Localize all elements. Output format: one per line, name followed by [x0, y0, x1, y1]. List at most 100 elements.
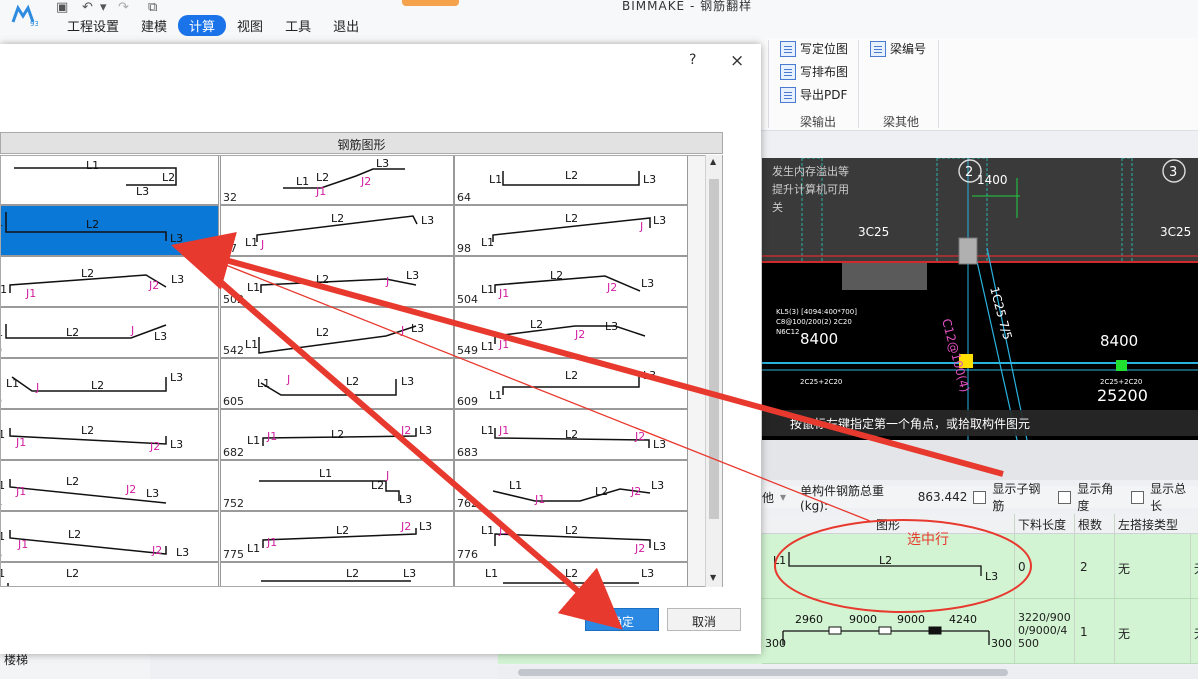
- save-icon[interactable]: ▣: [56, 0, 68, 15]
- menu-tools[interactable]: 工具: [274, 15, 322, 36]
- redo-icon[interactable]: ↷: [118, 0, 129, 15]
- rebar-shape-icon: L1 L2 L3 J: [6, 371, 183, 394]
- scroll-up-icon[interactable]: ▲: [710, 157, 716, 166]
- shape-segment-label: L2: [565, 369, 578, 382]
- window-icon[interactable]: ⧉: [148, 0, 157, 15]
- shape-option-row-25[interactable]: L2 L3: [220, 562, 454, 586]
- svg-text:2960: 2960: [795, 613, 823, 626]
- shape-option-752[interactable]: L1 L2 L3 J 752: [220, 460, 454, 511]
- shape-option-775[interactable]: L1 L2 L3 J1 J2 775: [220, 511, 454, 562]
- shape-option-682[interactable]: L1 L2 L3 J1 J2 682: [220, 409, 454, 460]
- shape-segment-label: J1: [534, 493, 545, 506]
- dropdown-icon[interactable]: ▾: [100, 0, 107, 15]
- cancel-button[interactable]: 取消: [667, 608, 741, 631]
- drawing-canvas[interactable]: 2 3 1400 8400 8400 25200 3C25 3C25 1C25 …: [762, 158, 1198, 440]
- shape-option-row-24[interactable]: L1 L2: [1, 562, 219, 586]
- rebar-shape-icon: L1 L2 L3 J: [257, 373, 414, 396]
- show-sub-rebar-checkbox[interactable]: [973, 490, 987, 504]
- rebar-shape-icon: L1 L2 L3 J: [259, 467, 412, 506]
- shape-segment-label: L1: [0, 479, 5, 492]
- menu-view[interactable]: 视图: [226, 15, 274, 36]
- shape-option-35[interactable]: L1L2L3J1J235: [1, 256, 219, 307]
- shape-segment-label: J2: [151, 544, 162, 557]
- rebar-shape-icon: L1 L2 L3: [489, 169, 656, 186]
- menu-exit[interactable]: 退出: [322, 15, 370, 36]
- shape-option-605[interactable]: L1 L2 L3 J 605: [220, 358, 454, 409]
- tab-fragment[interactable]: 他: [762, 489, 774, 506]
- horizontal-scrollbar[interactable]: [498, 666, 1198, 679]
- write-position-drawing-button[interactable]: 写定位图: [780, 40, 848, 57]
- shape-segment-label: L3: [146, 487, 159, 500]
- column-header-lap[interactable]: 左搭接类型: [1114, 514, 1190, 533]
- layout-icon: [780, 63, 796, 80]
- show-total-length-checkbox[interactable]: [1131, 490, 1145, 504]
- beam-info-line: C8@100/200(2) 2C20: [776, 318, 852, 326]
- shape-option-97[interactable]: L1 L2 L3 J 97: [220, 205, 454, 256]
- shape-option-56[interactable]: L1 L2 L3 J1 J2 56: [1, 511, 219, 562]
- shape-option-549[interactable]: L1 L2 L3 J1 J2 549: [454, 307, 688, 358]
- shape-option-31[interactable]: L1 L2 L3 J1 J2 31: [1, 409, 219, 460]
- shape-option-762[interactable]: L1 L2 L3 J1 J2 762: [454, 460, 688, 511]
- shape-option-7[interactable]: L1L2L37: [1, 205, 219, 256]
- shape-option-542[interactable]: L1 L2 L3 J 542: [220, 307, 454, 358]
- shape-segment-label: J: [385, 275, 389, 288]
- ok-button[interactable]: 确定: [585, 608, 659, 631]
- menu-project-settings[interactable]: 工程设置: [56, 15, 130, 36]
- svg-text:L2: L2: [879, 554, 892, 567]
- beam-number-button[interactable]: 梁编号: [870, 40, 926, 57]
- table-row[interactable]: 2960 9000 9000 4240 300 300 3220/9000/90…: [762, 599, 1198, 664]
- show-angle-checkbox[interactable]: [1058, 490, 1072, 504]
- scroll-down-icon[interactable]: ▼: [710, 573, 716, 582]
- shape-option-40[interactable]: L1 L2 L3 J 40: [1, 307, 219, 358]
- menu-modeling[interactable]: 建模: [130, 15, 178, 36]
- shape-number: 35: [1, 293, 2, 306]
- shape-segment-label: L2: [336, 524, 349, 537]
- help-button[interactable]: ?: [689, 52, 696, 68]
- shape-option-502[interactable]: L1 L2 L3 J 502: [220, 256, 454, 307]
- shape-number: 44: [1, 497, 2, 510]
- menu-calculate[interactable]: 计算: [178, 15, 227, 36]
- undo-icon[interactable]: ↶: [82, 0, 93, 15]
- export-pdf-button[interactable]: 导出PDF: [780, 86, 847, 103]
- shape-segment-label: L2: [346, 375, 359, 388]
- shape-segment-label: L3: [154, 330, 167, 343]
- number-icon: [870, 40, 886, 57]
- column-header-count[interactable]: 根数: [1074, 514, 1114, 533]
- shape-option-09[interactable]: L1 L2 L3 J 09: [1, 358, 219, 409]
- shape-option-776[interactable]: L1 L2 L3 J1 J2 776: [454, 511, 688, 562]
- column-header-shape[interactable]: 图形: [762, 514, 1014, 533]
- rebar-label: 2C25+2C20: [800, 378, 842, 386]
- table-row[interactable]: L1 L2 L3 0 2 无 无: [762, 534, 1198, 599]
- scrollbar-thumb[interactable]: [518, 669, 1008, 676]
- write-layout-drawing-button[interactable]: 写排布图: [780, 63, 848, 80]
- shape-option-504[interactable]: L1 L2 L3 J1 J2 504: [454, 256, 688, 307]
- shape-segment-label: L3: [605, 320, 618, 333]
- shape-option-609[interactable]: L1 L2 L3 609: [454, 358, 688, 409]
- svg-text:4240: 4240: [949, 613, 977, 626]
- shape-segment-label: L2: [565, 212, 578, 225]
- shape-segment-label: L3: [641, 567, 654, 580]
- close-button[interactable]: ×: [730, 51, 744, 71]
- column-header-length[interactable]: 下料长度: [1014, 514, 1074, 533]
- shape-segment-label: J1: [15, 436, 26, 449]
- shape-option-44[interactable]: L1 L2 L3 J1 J2 44: [0, 460, 219, 511]
- shape-segment-label: L2: [66, 326, 79, 339]
- shape-number: 752: [223, 497, 244, 510]
- vertical-scrollbar[interactable]: ▲ ▼: [705, 155, 722, 587]
- scrollbar-thumb[interactable]: [709, 179, 719, 519]
- shape-segment-label: L1: [247, 542, 260, 555]
- rebar-shape-icon: L1 L2 L3 J1 J2: [283, 157, 405, 198]
- shape-option-64[interactable]: L1 L2 L3 64: [454, 156, 688, 205]
- shape-option-683[interactable]: L1 L2 L3 J1 J2 683: [454, 409, 688, 460]
- shape-option-98[interactable]: L1 L2 L3 J 98: [454, 205, 688, 256]
- shape-option-32[interactable]: L1 L2 L3 J1 J2 32: [220, 156, 454, 205]
- dim-label: 25200: [1097, 386, 1148, 405]
- shape-option-row-26[interactable]: L1 L2 L3: [454, 562, 688, 586]
- dropdown-icon[interactable]: ▾: [780, 490, 786, 504]
- rebar-shape-icon: L1 L2 L3 J: [245, 212, 434, 251]
- extra-cell: 无: [1190, 534, 1198, 598]
- shape-number: 97: [223, 242, 237, 255]
- length-cell: 0: [1014, 534, 1074, 598]
- shape-option-4[interactable]: L1L2L34: [1, 156, 219, 205]
- shape-segment-label: L2: [86, 218, 99, 231]
